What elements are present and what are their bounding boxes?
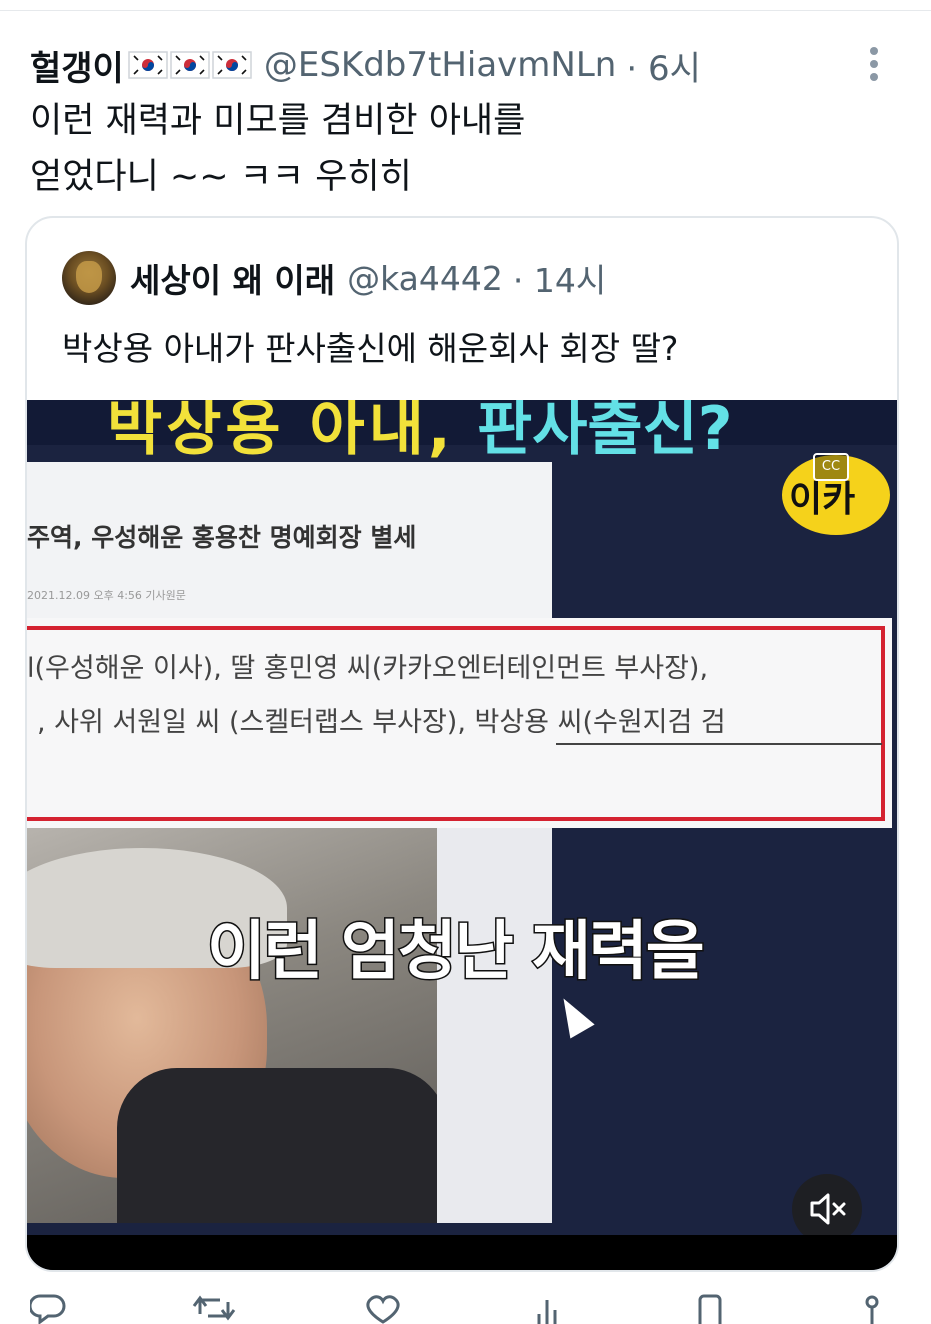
author-flags [126, 51, 252, 79]
bookmark-button[interactable] [692, 1294, 728, 1324]
article-title: 주역, 우성해운 홍용찬 명예회장 별세 [27, 523, 417, 552]
article-excerpt-line: l(우성해운 이사), 딸 홍민영 씨(카카오엔터테인먼트 부사장), [27, 653, 709, 684]
korea-flag-icon [170, 51, 210, 79]
video-headline-right: 판사출신? [477, 400, 733, 464]
closed-caption-icon[interactable]: CC [813, 453, 849, 481]
tweet-time[interactable]: · 6시 [626, 41, 701, 90]
quoted-header: 세상이 왜 이래 @ka4442 · 14시 [62, 249, 606, 307]
quoted-text: 박상용 아내가 판사출신에 해운회사 회장 딸? [62, 329, 679, 368]
background-strip [437, 828, 552, 1223]
video-bottom-bar [27, 1235, 897, 1270]
author-name[interactable]: 헐갱이 [30, 41, 124, 90]
reply-icon [30, 1294, 66, 1324]
share-button[interactable] [854, 1294, 890, 1324]
suit-shape [117, 1068, 437, 1223]
excerpt-prefix: , 사위 서원일 씨 (스켈터랩스 부사장), [37, 707, 466, 738]
share-icon [865, 1295, 879, 1324]
like-button[interactable] [363, 1294, 403, 1324]
quoted-author-handle[interactable]: @ka4442 [347, 259, 503, 298]
article-date: 2021.12.09 오후 4:56 기사원문 [27, 589, 186, 602]
person-photo [27, 828, 437, 1223]
bookmark-icon [698, 1294, 722, 1324]
excerpt-underline [556, 743, 882, 745]
tweet-action-bar [30, 1294, 890, 1324]
quoted-time[interactable]: · 14시 [513, 254, 606, 302]
quoted-tweet-card[interactable]: 세상이 왜 이래 @ka4442 · 14시 박상용 아내가 판사출신에 해운회… [25, 216, 899, 1272]
tweet-text-line: 얻었다니 ~~ ㅋㅋ 우히히 [30, 157, 412, 197]
excerpt-highlight: 박상용 씨(수원지검 검 [474, 707, 726, 738]
heart-icon [366, 1295, 400, 1324]
tweet-text: 이런 재력과 미모를 겸비한 아내를 얻었다니 ~~ ㅋㅋ 우히히 [30, 93, 890, 205]
korea-flag-icon [212, 51, 252, 79]
korea-flag-icon [128, 51, 168, 79]
retweet-button[interactable] [192, 1294, 236, 1324]
more-options-icon[interactable] [862, 44, 886, 84]
tweet-text-line: 이런 재력과 미모를 겸비한 아내를 [30, 101, 526, 141]
mute-button[interactable] [792, 1174, 862, 1244]
video-headline-left: 박상용 아내, [107, 400, 455, 464]
quoted-author-name[interactable]: 세상이 왜 이래 [130, 254, 335, 302]
retweet-icon [193, 1295, 236, 1321]
views-button[interactable] [529, 1294, 565, 1324]
tweet-header: 헐갱이 @ESKdb7tHiavmNLn · 6시 [30, 40, 871, 90]
speaker-muted-icon [810, 1193, 846, 1225]
author-handle[interactable]: @ESKdb7tHiavmNLn [264, 45, 617, 85]
top-divider [0, 10, 931, 11]
reply-button[interactable] [30, 1294, 66, 1324]
article-excerpt-line: , 사위 서원일 씨 (스켈터랩스 부사장), 박상용 씨(수원지검 검 [37, 700, 726, 739]
video-player[interactable]: 박상용 아내, 판사출신? 주역, 우성해운 홍용찬 명예회장 별세 2021.… [27, 400, 897, 1270]
avatar[interactable] [62, 251, 116, 305]
views-icon [537, 1300, 557, 1324]
mouse-cursor-icon [551, 991, 595, 1039]
video-caption: 이런 엄청난 재력을 [206, 914, 707, 991]
